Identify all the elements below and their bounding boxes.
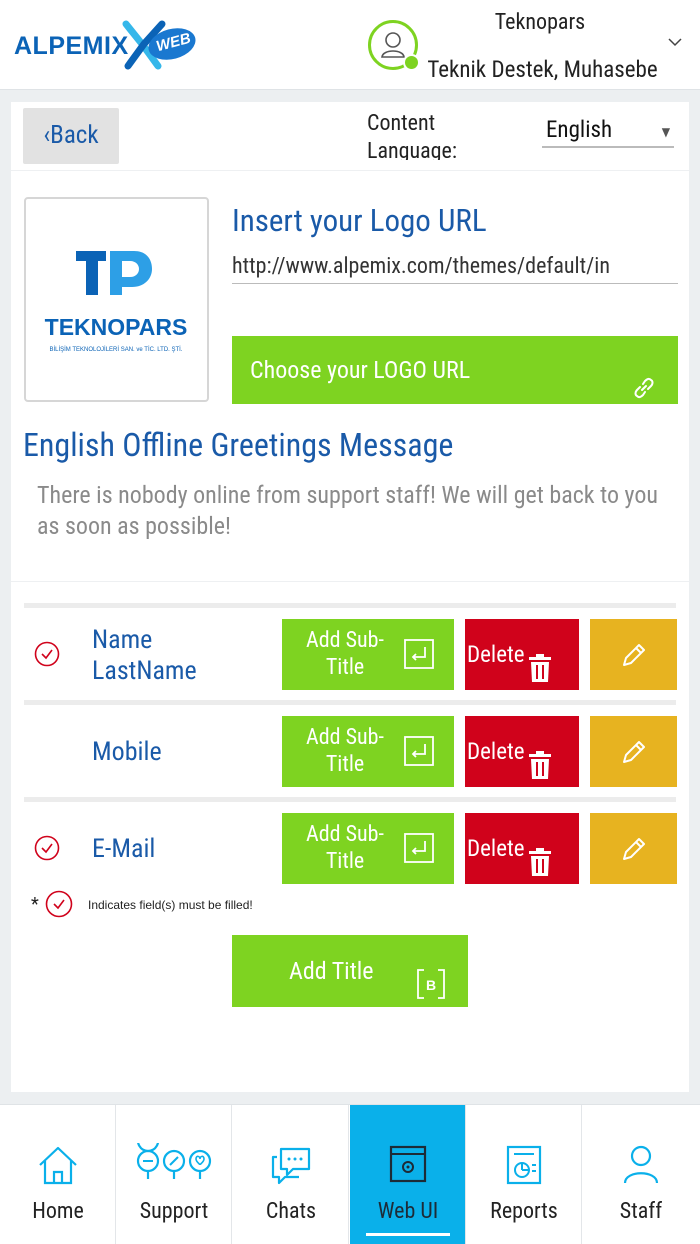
add-subtitle-button[interactable]: Add Sub-Title (282, 716, 454, 787)
user-roles[interactable]: Teknik Destek, Muhasebe (420, 56, 665, 83)
staff-icon (583, 1143, 699, 1187)
form-field-row: Mobile Add Sub-Title Delete (24, 700, 677, 796)
nav-label: Support (139, 1199, 209, 1224)
field-label-text: Name LastName (92, 625, 197, 686)
add-subtitle-button[interactable]: Add Sub-Title (282, 619, 454, 690)
field-label[interactable]: Mobile (92, 737, 162, 768)
add-subtitle-icon (404, 833, 434, 870)
online-status-dot (403, 54, 420, 71)
bold-title-icon: B (416, 956, 446, 1028)
edit-button[interactable] (590, 716, 677, 787)
language-select-value: English (546, 116, 613, 143)
language-select[interactable]: English ▼ (542, 114, 674, 148)
support-icon (116, 1129, 232, 1187)
web-ui-settings-card: ‹Back Content Language: English ▼ TEKNOP… (11, 102, 689, 1092)
bottom-navigation: Home Support Chats Web UI Reports Staff (0, 1104, 700, 1244)
pencil-icon (620, 738, 648, 770)
required-check-icon (34, 641, 60, 671)
app-header: ALPEMIX WEB Teknopars Teknik Destek, Muh… (0, 0, 700, 90)
required-note-text: Indicates field(s) must be filled! (88, 898, 253, 912)
dropdown-caret-icon: ▼ (661, 125, 670, 139)
delete-label: Delete (467, 738, 525, 765)
field-label[interactable]: Name LastName (92, 625, 222, 687)
required-check-icon (34, 835, 60, 865)
reports-icon (466, 1143, 582, 1187)
required-fields-note: * Indicates field(s) must be filled! (31, 888, 431, 924)
field-label-text: E-Mail (92, 834, 156, 864)
delete-button[interactable]: Delete (465, 716, 579, 787)
logo-preview[interactable]: TEKNOPARS BİLİŞİM TEKNOLOJİLERİ SAN. ve … (24, 197, 209, 402)
divider (11, 581, 689, 582)
link-icon (632, 358, 656, 426)
teknopars-logo-image: TEKNOPARS BİLİŞİM TEKNOLOJİLERİ SAN. ve … (45, 251, 188, 353)
greetings-title: English Offline Greetings Message (23, 426, 454, 464)
delete-label: Delete (467, 641, 525, 668)
nav-item-chats[interactable]: Chats (233, 1105, 349, 1244)
trash-icon (528, 834, 552, 905)
logo-text: ALPEMIX (14, 32, 129, 60)
content-language-label: Content Language: (367, 111, 457, 160)
nav-label: Chats (265, 1199, 317, 1224)
greetings-message[interactable]: There is nobody online from support staf… (37, 480, 677, 542)
divider (11, 170, 689, 171)
svg-text:B: B (426, 977, 436, 993)
add-subtitle-label: Add Sub-Title (306, 822, 384, 874)
add-subtitle-label: Add Sub-Title (306, 628, 384, 680)
delete-label: Delete (467, 835, 525, 862)
insert-logo-title: Insert your Logo URL (232, 202, 487, 239)
required-check-icon (45, 890, 73, 922)
logo-url-input[interactable]: http://www.alpemix.com/themes/default/in (232, 252, 678, 284)
choose-logo-url-label: Choose your LOGO URL (250, 356, 471, 384)
edit-button[interactable] (590, 619, 677, 690)
back-button[interactable]: ‹Back (23, 108, 119, 164)
chats-icon (233, 1143, 349, 1187)
nav-label: Reports (490, 1199, 558, 1224)
add-subtitle-icon (404, 639, 434, 676)
user-name[interactable]: Teknopars (420, 10, 660, 35)
field-label-text: Mobile (92, 737, 162, 767)
nav-label: Web UI (377, 1199, 439, 1224)
alpemix-logo[interactable]: ALPEMIX WEB (14, 18, 204, 74)
chevron-down-icon[interactable] (668, 32, 682, 51)
web-ui-icon (350, 1143, 466, 1187)
svg-text:TEKNOPARS: TEKNOPARS (45, 314, 188, 340)
add-title-button[interactable]: Add Title B (232, 935, 468, 1007)
home-icon (0, 1143, 116, 1187)
svg-text:BİLİŞİM TEKNOLOJİLERİ SAN. ve: BİLİŞİM TEKNOLOJİLERİ SAN. ve TİC. LTD. … (49, 346, 182, 353)
nav-item-reports[interactable]: Reports (466, 1105, 582, 1244)
active-indicator (366, 1233, 450, 1236)
add-subtitle-icon (404, 736, 434, 773)
nav-label: Staff (619, 1199, 663, 1224)
pencil-icon (620, 835, 648, 867)
add-title-label: Add Title (289, 957, 374, 985)
nav-label: Home (32, 1199, 84, 1224)
field-label[interactable]: E-Mail (92, 834, 155, 865)
add-subtitle-label: Add Sub-Title (306, 725, 384, 777)
required-star: * (31, 894, 39, 915)
nav-item-web-ui[interactable]: Web UI (350, 1105, 466, 1244)
form-field-row: Name LastName Add Sub-Title Delete (24, 603, 677, 699)
add-subtitle-button[interactable]: Add Sub-Title (282, 813, 454, 884)
nav-item-staff[interactable]: Staff (583, 1105, 699, 1244)
form-field-row: E-Mail Add Sub-Title Delete (24, 797, 677, 893)
pencil-icon (620, 641, 648, 673)
user-avatar[interactable] (368, 20, 420, 71)
edit-button[interactable] (590, 813, 677, 884)
nav-item-support[interactable]: Support (116, 1105, 232, 1244)
choose-logo-url-button[interactable]: Choose your LOGO URL (232, 336, 678, 404)
nav-item-home[interactable]: Home (0, 1105, 116, 1244)
delete-button[interactable]: Delete (465, 619, 579, 690)
delete-button[interactable]: Delete (465, 813, 579, 884)
